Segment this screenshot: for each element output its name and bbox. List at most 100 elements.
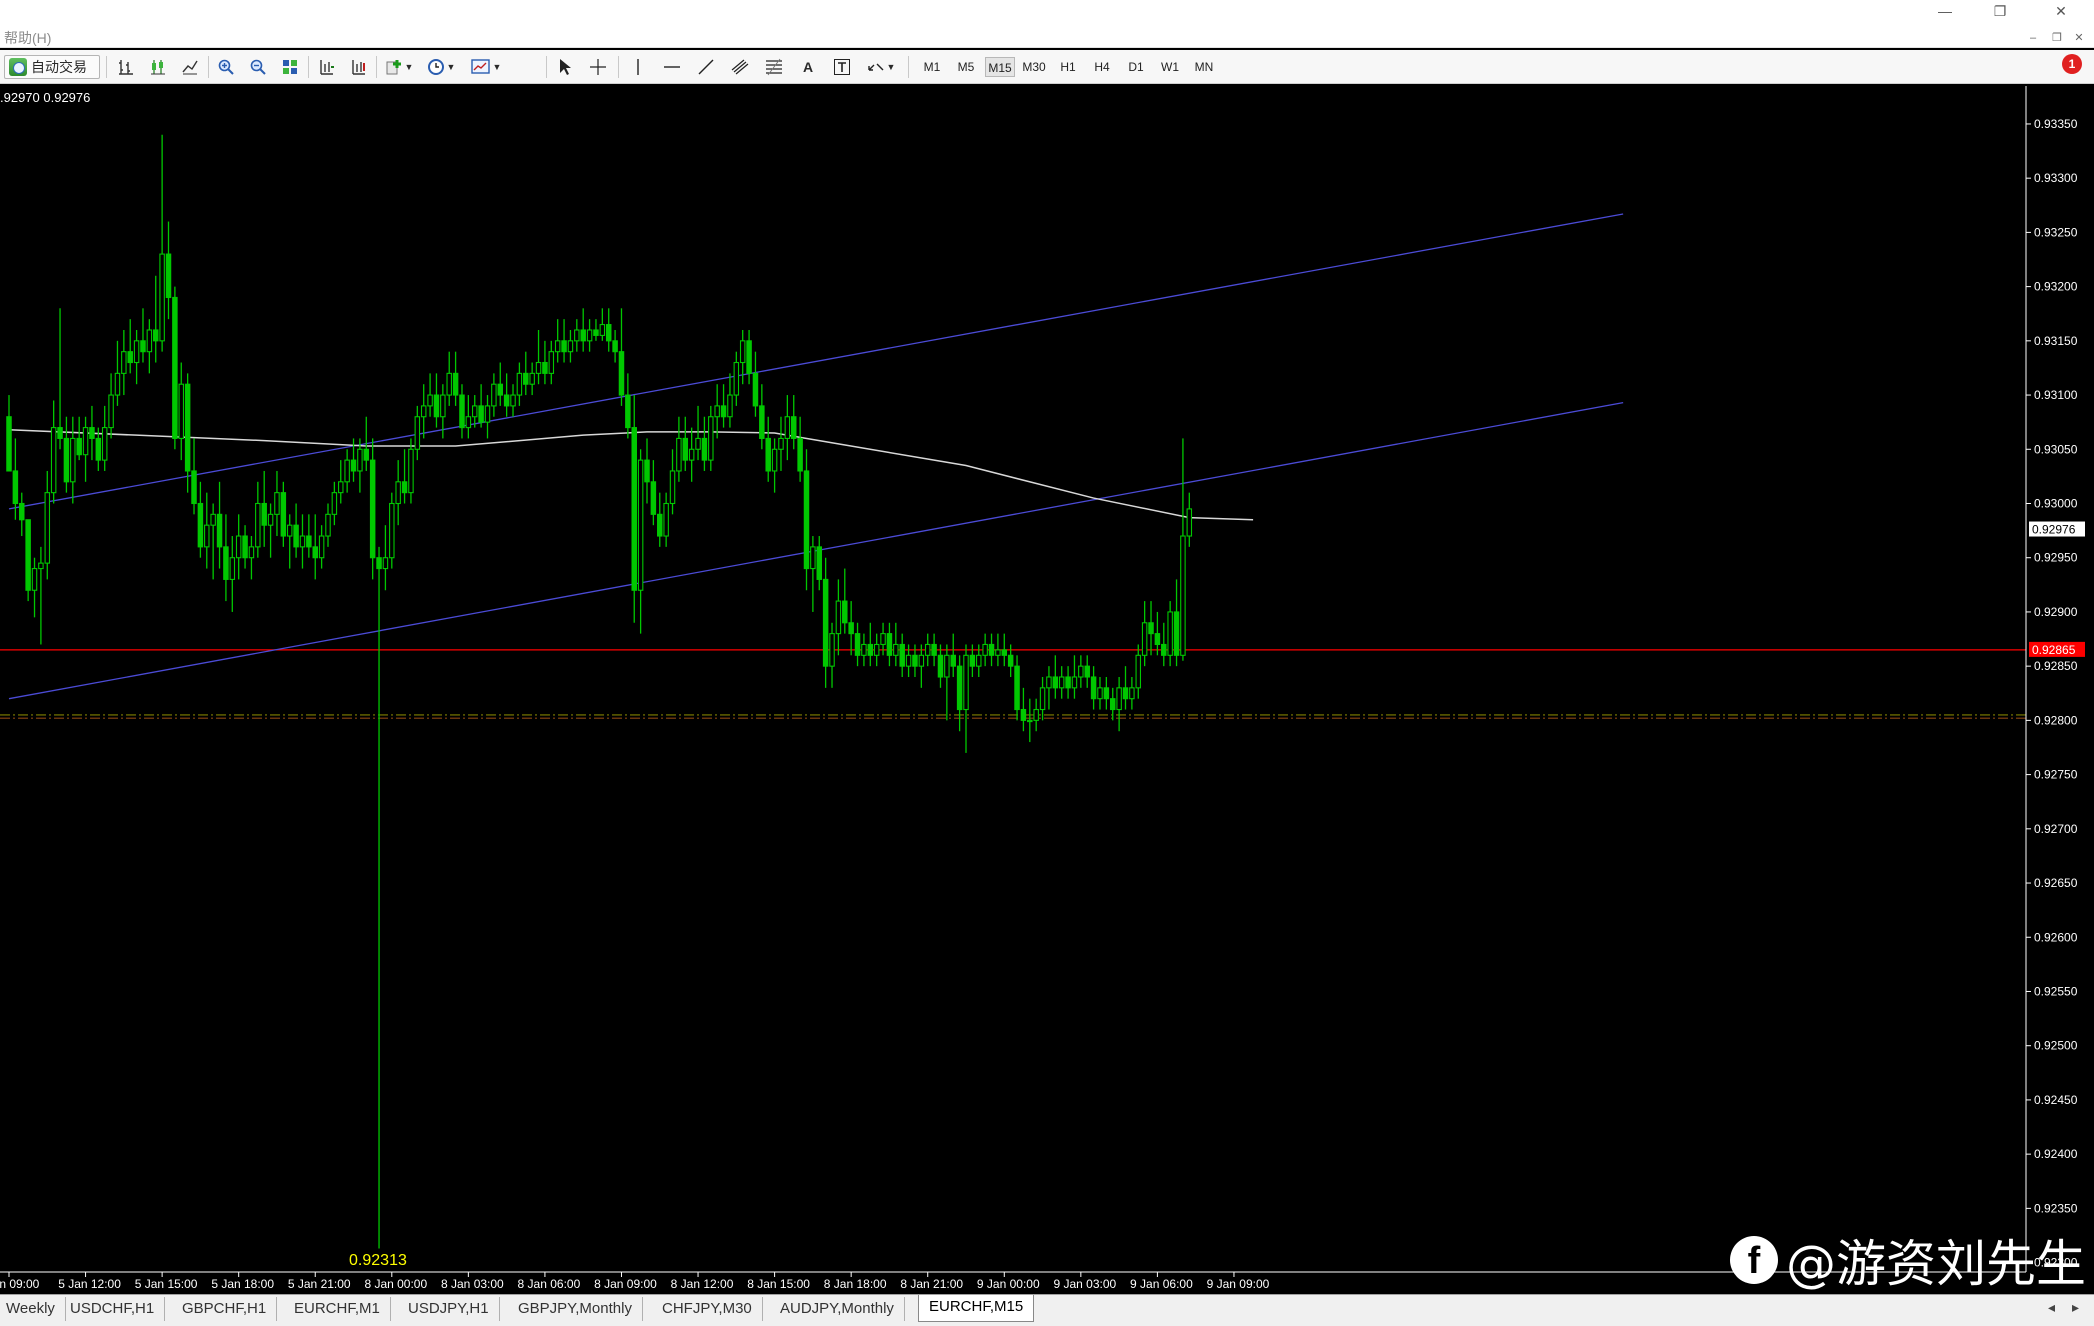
trendline-icon[interactable] <box>694 55 718 79</box>
text-icon[interactable]: A <box>796 55 820 79</box>
tab-scroll-right-icon[interactable]: ▸ <box>2072 1299 2079 1316</box>
candle-body <box>1103 687 1110 700</box>
candle-body <box>178 383 185 439</box>
candle-body <box>848 622 854 635</box>
candle-body <box>459 394 465 429</box>
chart-restore-button[interactable]: ❐ <box>2046 30 2068 46</box>
templates-dropdown[interactable]: ▼ <box>468 55 504 79</box>
candle-body <box>325 513 331 537</box>
candle-body <box>146 329 153 353</box>
watermark: f @游资刘先生 <box>1730 1224 2086 1296</box>
candle-body <box>784 416 791 439</box>
candle-body <box>12 470 19 505</box>
tab-eurchf-m15[interactable]: EURCHF,M15 <box>918 1295 1035 1322</box>
candle-body <box>535 361 542 374</box>
price-tick-label: 0.92500 <box>2034 1039 2078 1053</box>
price-tick-label: 0.92950 <box>2034 551 2078 565</box>
tab-weekly[interactable]: Weekly <box>0 1297 66 1321</box>
price-tick-label: 0.92700 <box>2034 822 2078 836</box>
alerts-badge[interactable]: 1 <box>2062 54 2082 74</box>
chart-shift-icon[interactable] <box>314 55 338 79</box>
time-tick-label: 8 Jan 06:00 <box>518 1277 581 1291</box>
line-chart-icon[interactable] <box>178 55 202 79</box>
time-tick-label: 5 Jan 12:00 <box>58 1277 121 1291</box>
price-chart[interactable]: 0.93350 0.93300 0.93250 0.93200 0.93150 0.931… <box>0 86 2094 1294</box>
candle-body <box>739 340 746 364</box>
auto-scroll-icon[interactable] <box>346 55 370 79</box>
candle-body <box>918 654 925 667</box>
timeframe-h1[interactable]: H1 <box>1053 57 1083 77</box>
toolbar-separator <box>208 56 209 78</box>
tab-scroll-left-icon[interactable]: ◂ <box>2048 1299 2055 1316</box>
periods-dropdown[interactable]: ▼ <box>424 55 458 79</box>
candle-body <box>191 470 197 505</box>
candle-body <box>886 633 893 656</box>
candle-body <box>267 513 274 526</box>
toolbar: 自动交易 ▼ ▼ ▼ A ▼ M1 M5 M15 M30 H1 H4 D1 W1… <box>0 50 2094 125</box>
candle-body <box>369 459 376 559</box>
tile-windows-icon[interactable] <box>278 55 302 79</box>
candle-body <box>318 535 325 559</box>
tab-audjpy-monthly[interactable]: AUDJPY,Monthly <box>770 1297 905 1321</box>
autotrade-button[interactable]: 自动交易 <box>4 55 100 79</box>
tab-usdjpy-h1[interactable]: USDJPY,H1 <box>398 1297 500 1321</box>
candle-body <box>140 340 146 353</box>
horizontal-line-icon[interactable] <box>660 55 684 79</box>
candle-body <box>389 502 395 559</box>
candlestick-chart-icon[interactable] <box>146 55 170 79</box>
price-tick-label: 0.92450 <box>2034 1093 2078 1107</box>
candle-body <box>676 437 682 472</box>
close-button[interactable]: ✕ <box>2046 2 2076 20</box>
fibonacci-icon[interactable] <box>762 55 786 79</box>
zoom-in-icon[interactable] <box>214 55 238 79</box>
candle-body <box>210 513 216 526</box>
chart-window[interactable]: 0.93350 0.93300 0.93250 0.93200 0.93150 0.931… <box>0 86 2094 1294</box>
zoom-out-icon[interactable] <box>246 55 270 79</box>
timeframe-m1[interactable]: M1 <box>917 57 947 77</box>
timeframe-h4[interactable]: H4 <box>1087 57 1117 77</box>
menu-help[interactable]: 帮助(H) <box>4 28 51 48</box>
tab-gbpjpy-monthly[interactable]: GBPJPY,Monthly <box>508 1297 643 1321</box>
candle-body <box>1046 676 1052 689</box>
candle-body <box>121 351 127 374</box>
candle-body <box>937 654 944 678</box>
arrows-dropdown[interactable]: ▼ <box>864 55 898 79</box>
timeframe-mn[interactable]: MN <box>1189 57 1219 77</box>
vertical-line-icon[interactable] <box>626 55 650 79</box>
tab-gbpchf-h1[interactable]: GBPCHF,H1 <box>172 1297 278 1321</box>
timeframe-w1[interactable]: W1 <box>1155 57 1185 77</box>
candle-body <box>1141 622 1148 656</box>
timeframe-m5[interactable]: M5 <box>951 57 981 77</box>
candle-body <box>1027 719 1033 723</box>
candle-body <box>255 502 261 548</box>
candle-body <box>70 437 76 483</box>
tab-usdchf-h1[interactable]: USDCHF,H1 <box>60 1297 166 1321</box>
candle-body <box>1122 687 1129 700</box>
tab-chfjpy-m30[interactable]: CHFJPY,M30 <box>652 1297 763 1321</box>
chart-minimize-button[interactable]: – <box>2022 30 2044 46</box>
minimize-button[interactable]: — <box>1930 2 1960 20</box>
channel-icon[interactable] <box>728 55 752 79</box>
time-tick-label: 9 Jan 03:00 <box>1053 1277 1116 1291</box>
bar-chart-icon[interactable] <box>114 55 138 79</box>
chart-close-button[interactable]: ✕ <box>2068 30 2090 46</box>
crosshair-icon[interactable] <box>586 55 610 79</box>
indicators-dropdown[interactable]: ▼ <box>382 55 416 79</box>
candle-body <box>452 372 459 396</box>
candle-body <box>1116 687 1122 711</box>
candle-body <box>580 329 586 342</box>
text-label-icon[interactable] <box>830 55 854 79</box>
tab-eurchf-m1[interactable]: EURCHF,M1 <box>284 1297 391 1321</box>
candle-body <box>1065 676 1071 689</box>
candle-body <box>261 502 267 526</box>
timeframe-m15[interactable]: M15 <box>985 57 1015 77</box>
restore-button[interactable]: ❐ <box>1985 2 2015 20</box>
timeframe-d1[interactable]: D1 <box>1121 57 1151 77</box>
low-price-label: 0.92313 <box>349 1252 407 1270</box>
time-tick-label: 9 Jan 06:00 <box>1130 1277 1193 1291</box>
cursor-icon[interactable] <box>552 55 576 79</box>
candle-body <box>523 372 529 385</box>
candle-body <box>31 568 38 591</box>
timeframe-m30[interactable]: M30 <box>1019 57 1049 77</box>
time-tick-label: 8 Jan 00:00 <box>364 1277 427 1291</box>
